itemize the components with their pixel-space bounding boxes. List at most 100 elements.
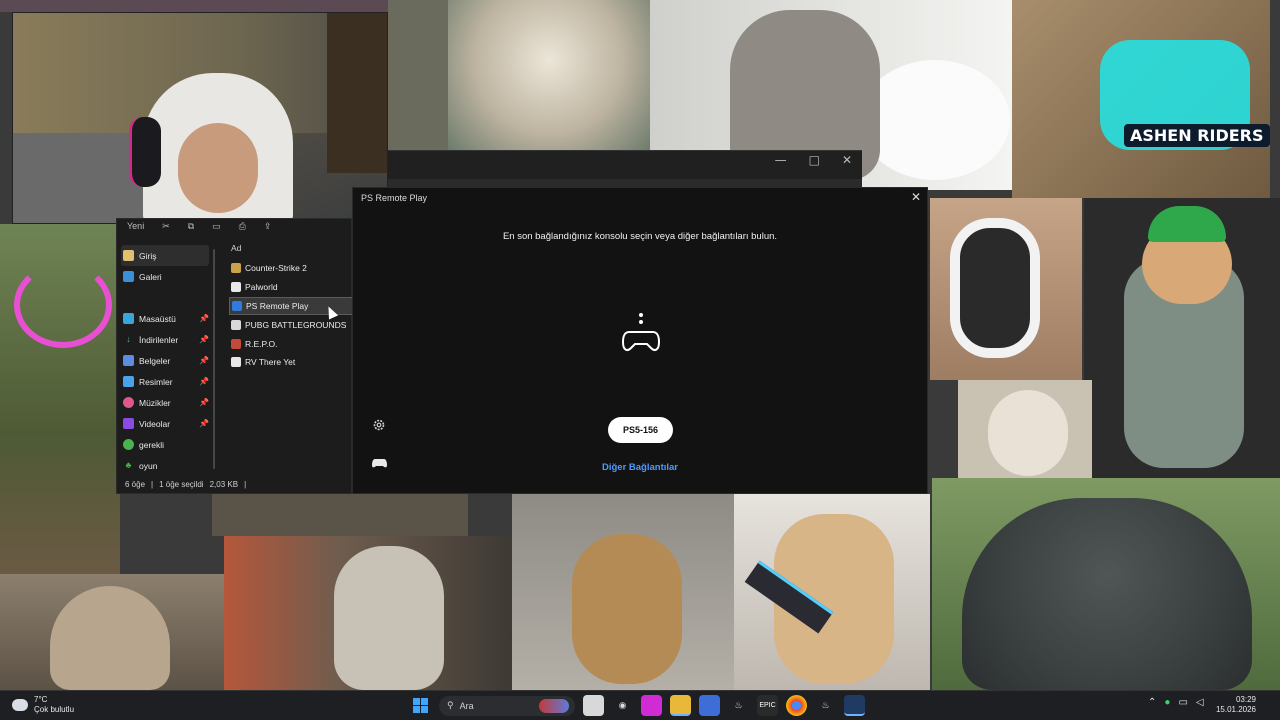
file-name: PUBG BATTLEGROUNDS (245, 319, 347, 330)
volume-icon[interactable]: ◁ (1196, 697, 1204, 708)
wallpaper-tile-donkey (224, 536, 512, 690)
search-icon: ⚲ (447, 700, 454, 710)
network-icon[interactable]: ▭ (1178, 697, 1187, 708)
taskbar-search[interactable]: ⚲ Ara (439, 695, 575, 716)
file-row[interactable]: PUBG BATTLEGROUNDS (229, 315, 353, 334)
clock[interactable]: 03:29 15.01.2026 (1216, 695, 1256, 715)
wallpaper-tile-hair (448, 0, 650, 150)
nav-scrollbar[interactable] (213, 249, 215, 469)
new-button[interactable]: Yeni (127, 221, 144, 231)
videos-icon (123, 418, 134, 429)
folder-icon: ♣ (125, 460, 132, 470)
nav-item-label: Belgeler (139, 355, 171, 366)
desktop-icon (123, 313, 134, 324)
wallpaper-tile-monkey (0, 574, 224, 690)
nav-item-home[interactable]: Giriş (121, 245, 209, 266)
minimize-icon[interactable]: — (775, 153, 787, 167)
controller-icon (621, 313, 661, 351)
navigation-pane: Giriş Galeri Masaüstü 📌 ↓ İndirilenler 📌… (117, 245, 213, 477)
nav-item-documents[interactable]: Belgeler 📌 (117, 350, 213, 371)
ps-remote-play-icon[interactable] (844, 695, 865, 716)
epic-games-icon[interactable]: EPIC (757, 695, 778, 716)
close-icon[interactable]: ✕ (911, 190, 921, 204)
download-icon: ↓ (126, 334, 131, 344)
gallery-icon (123, 271, 134, 282)
nav-item-music[interactable]: Müzikler 📌 (117, 392, 213, 413)
nav-item-oyun[interactable]: ♣ oyun (117, 455, 213, 476)
chevron-up-icon[interactable]: ⌃ (1148, 697, 1156, 708)
app-icon[interactable] (641, 695, 662, 716)
pin-icon: 📌 (199, 419, 209, 428)
nav-item-gallery[interactable]: Galeri (117, 266, 213, 287)
ashen-riders-logo-text: ASHEN RIDERS (1124, 124, 1270, 147)
app-shortcut-icon (231, 357, 241, 368)
selection-size: 2,03 KB (209, 480, 239, 489)
app-shortcut-icon (231, 319, 241, 330)
microphone-icon[interactable]: ● (1164, 697, 1170, 708)
selection-count: 1 öğe seçildi (159, 480, 204, 489)
file-name: PS Remote Play (246, 300, 309, 311)
item-count: 6 öğe (125, 480, 146, 489)
file-row[interactable]: Counter-Strike 2 (229, 259, 353, 278)
steam-icon[interactable]: ♨ (815, 695, 836, 716)
search-highlight-icon (539, 698, 569, 713)
file-row[interactable]: R.E.P.O. (229, 334, 353, 353)
close-icon[interactable]: ✕ (842, 153, 852, 167)
pin-icon: 📌 (199, 398, 209, 407)
file-explorer-icon[interactable] (670, 695, 691, 716)
store-icon[interactable] (699, 695, 720, 716)
nav-item-downloads[interactable]: ↓ İndirilenler 📌 (117, 329, 213, 350)
ps-remote-play-window: PS Remote Play ✕ En son bağlandığınız ko… (352, 187, 928, 494)
cloud-icon (12, 699, 28, 711)
wallpaper-tile-bulldog (958, 380, 1092, 478)
nav-item-label: Müzikler (139, 397, 171, 408)
taskbar: 7°C Çok bulutlu ⚲ Ara ◉ ♨ EPIC ♨ ⌃ ● ▭ ◁… (0, 690, 1280, 720)
home-icon (123, 250, 134, 261)
weather-widget[interactable]: 7°C Çok bulutlu (12, 695, 74, 715)
chrome-icon[interactable] (786, 695, 807, 716)
steam-icon[interactable]: ♨ (728, 695, 749, 716)
start-button[interactable] (410, 695, 431, 716)
rename-icon[interactable]: ⎙ (239, 221, 246, 232)
nav-item-videos[interactable]: Videolar 📌 (117, 413, 213, 434)
folder-icon (123, 439, 134, 450)
nav-item-label: oyun (139, 460, 158, 471)
file-row[interactable]: Palworld (229, 278, 353, 297)
cut-icon[interactable]: ✂ (162, 221, 170, 232)
nav-item-label: gerekli (139, 439, 165, 450)
smile-sticker-icon (14, 232, 112, 350)
music-icon (123, 397, 134, 408)
console-ps5-button[interactable]: PS5-156 (608, 417, 673, 443)
share-icon[interactable]: ⇪ (264, 221, 272, 232)
wallpaper-tile (212, 494, 468, 536)
file-row[interactable]: RV There Yet (229, 353, 353, 372)
nav-item-pictures[interactable]: Resimler 📌 (117, 371, 213, 392)
wallpaper-tile-orangutan (932, 478, 1280, 690)
wallpaper-tile-gamer-cat (734, 494, 930, 690)
nav-item-desktop[interactable]: Masaüstü 📌 (117, 308, 213, 329)
nav-item-gerekli[interactable]: gerekli (117, 434, 213, 455)
maximize-icon[interactable]: □ (809, 153, 820, 167)
file-explorer-window: Yeni ✂ ⧉ ▭ ⎙ ⇪ Giriş Galeri Masaüstü 📌 ↓… (116, 218, 353, 494)
nav-item-label: Galeri (139, 271, 162, 282)
nav-item-label: Giriş (139, 250, 157, 261)
settings-gear-icon[interactable] (372, 418, 386, 432)
task-view-icon[interactable] (583, 695, 604, 716)
gamepad-icon[interactable] (372, 457, 387, 469)
status-divider: | (151, 480, 154, 489)
column-header-name[interactable]: Ad (229, 243, 353, 259)
obs-icon[interactable]: ◉ (612, 695, 633, 716)
system-tray: ⌃ ● ▭ ◁ (1148, 697, 1204, 708)
paste-icon[interactable]: ▭ (212, 221, 221, 232)
other-connections-link[interactable]: Diğer Bağlantılar (353, 462, 927, 473)
instructions-text: En son bağlandığınız konsolu seçin veya … (502, 231, 778, 242)
nav-item-label: Resimler (139, 376, 173, 387)
app-shortcut-icon (231, 338, 241, 349)
status-divider: | (244, 480, 247, 489)
copy-icon[interactable]: ⧉ (188, 221, 194, 232)
file-name: Counter-Strike 2 (245, 263, 307, 274)
background-window[interactable]: — □ ✕ (388, 150, 862, 189)
wallpaper-tile (0, 0, 448, 12)
wallpaper-tile-cat (930, 198, 1082, 380)
webcam-overlay (12, 12, 388, 224)
